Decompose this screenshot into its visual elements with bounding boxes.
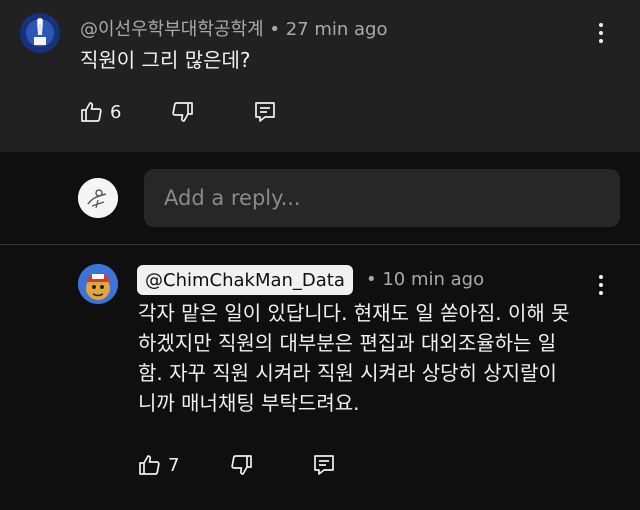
reply-like-count: 7 xyxy=(168,454,180,476)
dot xyxy=(599,291,603,295)
thumbs-up-icon xyxy=(80,100,104,124)
comment-author-line: @이선우학부대학공학계 • 27 min ago xyxy=(80,15,387,41)
comment-text: 직원이 그리 많은데? xyxy=(80,48,251,72)
reply-author: @ChimChakMan_Data xyxy=(145,269,345,291)
dot xyxy=(599,31,603,35)
comment-like-count: 6 xyxy=(110,101,122,123)
thumbs-down-icon xyxy=(170,100,194,124)
reply-text-line: 함. 자꾸 직원 시켜라 직원 시켜라 상당히 상지랄이 xyxy=(138,361,557,385)
reply-reply-button[interactable] xyxy=(312,453,336,477)
reply-text: 각자 맡은 일이 있답니다. 현재도 일 쏟아짐. 이해 못 하겠지만 직원의 … xyxy=(138,298,628,418)
reply-text-line: 하겠지만 직원의 대부분은 편집과 대외조율하는 일 xyxy=(138,331,557,355)
reply-meta: • 10 min ago xyxy=(366,269,484,290)
comment-timestamp: 27 min ago xyxy=(285,19,388,40)
dot xyxy=(599,23,603,27)
divider xyxy=(0,244,640,245)
dot xyxy=(599,39,603,43)
comment-reply-icon xyxy=(312,453,336,477)
reply-text-line: 각자 맡은 일이 있답니다. 현재도 일 쏟아짐. 이해 못 xyxy=(138,301,570,325)
comment-separator: • xyxy=(269,19,280,40)
comment-like-button[interactable]: 6 xyxy=(80,100,121,124)
reply-more-button[interactable] xyxy=(591,271,611,299)
reply-author-chip[interactable]: @ChimChakMan_Data xyxy=(137,265,353,295)
current-user-avatar xyxy=(78,178,118,218)
commenter-avatar[interactable] xyxy=(20,13,60,53)
reply-input[interactable]: Add a reply... xyxy=(144,169,620,227)
comment-more-button[interactable] xyxy=(591,19,611,47)
reply-author-avatar[interactable] xyxy=(78,264,118,304)
comment-dislike-button[interactable] xyxy=(170,100,194,124)
reply-text-line: 니까 매너채팅 부탁드려요. xyxy=(138,391,360,415)
comment-author[interactable]: @이선우학부대학공학계 xyxy=(80,19,264,40)
dot xyxy=(599,283,603,287)
reply-timestamp: 10 min ago xyxy=(382,269,485,290)
reply-like-button[interactable]: 7 xyxy=(138,453,179,477)
comment-reply-icon xyxy=(253,100,277,124)
reply-dislike-button[interactable] xyxy=(229,453,253,477)
reply-separator: • xyxy=(366,269,377,290)
dot xyxy=(599,275,603,279)
reply-input-placeholder: Add a reply... xyxy=(164,186,301,210)
thumbs-up-icon xyxy=(138,453,162,477)
thumbs-down-icon xyxy=(229,453,253,477)
comment-reply-button[interactable] xyxy=(253,100,277,124)
